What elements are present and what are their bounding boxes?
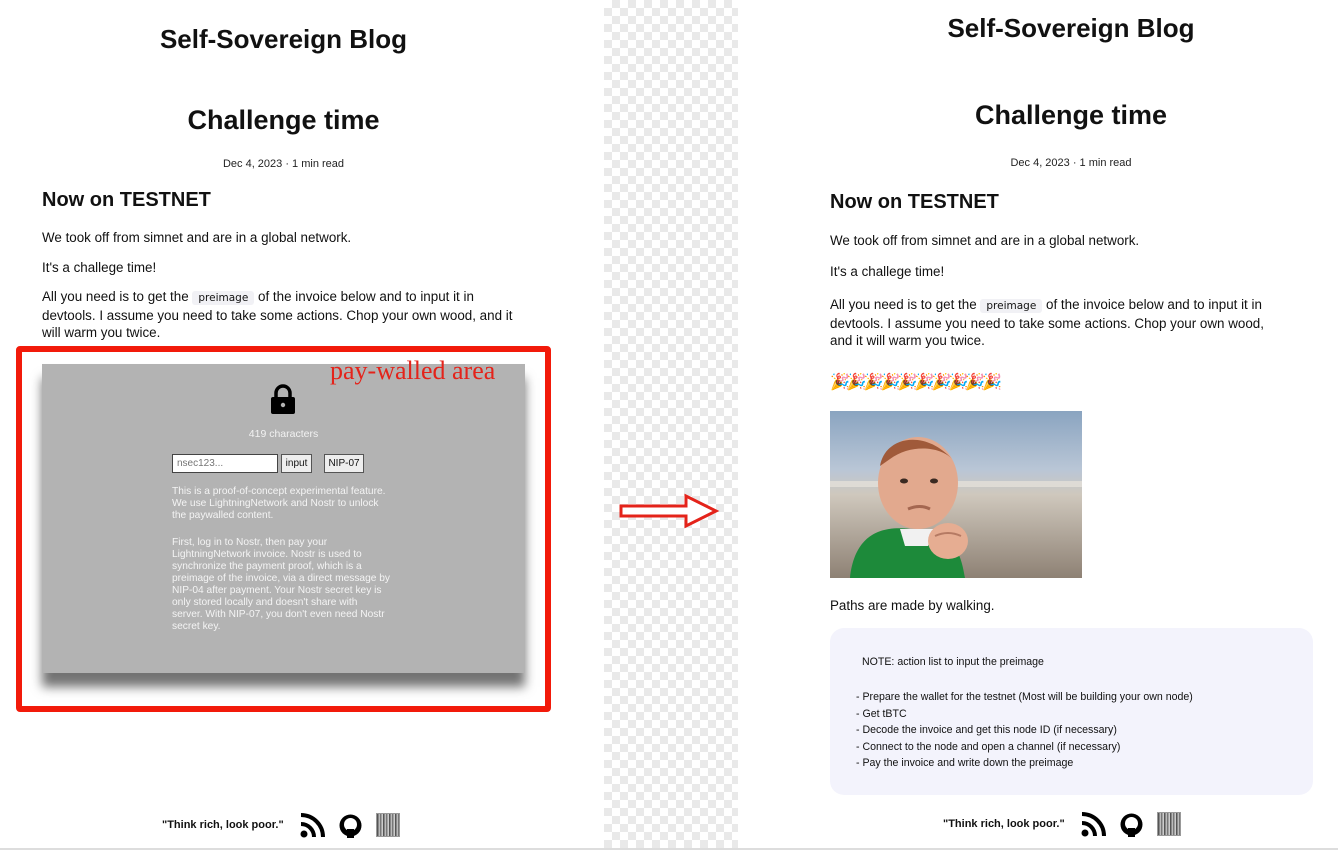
footer: "Think rich, look poor." — [162, 812, 400, 838]
github-icon[interactable] — [338, 813, 363, 838]
post-title: Challenge time — [187, 105, 380, 135]
input-button[interactable]: input — [281, 454, 312, 473]
party-emojis: 🎉🎉🎉🎉🎉🎉🎉🎉🎉🎉 — [830, 374, 1002, 391]
transparent-gap — [604, 0, 738, 850]
post-title: Challenge time — [974, 100, 1168, 130]
github-icon[interactable] — [1119, 812, 1144, 837]
paywall-description-2: First, log in to Nostr, then pay your Li… — [172, 537, 391, 632]
paragraph-3: All you need is to get the preimage of t… — [830, 296, 1330, 349]
success-kid-image — [830, 411, 1082, 578]
paragraph-3-text: devtools. I assume you need to take some… — [42, 308, 513, 323]
rss-icon[interactable] — [1081, 811, 1107, 837]
paragraph-3-text: All you need is to get the — [42, 289, 189, 304]
paragraph-3-text: of the invoice below and to input it in — [1046, 297, 1262, 312]
section-heading: Now on TESTNET — [830, 191, 999, 213]
paragraph-3-text: and it will warm you twice. — [830, 333, 985, 348]
qr-code-icon[interactable] — [1156, 812, 1181, 836]
footer-quote: "Think rich, look poor." — [943, 818, 1065, 830]
footer-quote: "Think rich, look poor." — [162, 819, 284, 831]
nip07-button[interactable]: NIP-07 — [324, 454, 364, 473]
nsec-input[interactable] — [172, 454, 278, 473]
paragraph-2: It's a challege time! — [42, 260, 157, 275]
paragraph-3-text: devtools. I assume you need to take some… — [830, 316, 1264, 331]
note-item: - Prepare the wallet for the testnet (Mo… — [856, 691, 1193, 703]
lock-icon — [271, 384, 295, 414]
arrow-right-icon — [619, 493, 720, 529]
post-date: Dec 4, 2023 · 1 min read — [1010, 157, 1132, 169]
paragraph-3-text: of the invoice below and to input it in — [258, 289, 474, 304]
paragraph-3: All you need is to get the preimage of t… — [42, 288, 562, 341]
blog-title[interactable]: Self-Sovereign Blog — [0, 24, 567, 55]
footer: "Think rich, look poor." — [943, 811, 1181, 837]
rss-icon[interactable] — [300, 812, 326, 838]
section-heading: Now on TESTNET — [42, 189, 211, 211]
qr-code-icon[interactable] — [375, 813, 400, 837]
paragraph-2: It's a challege time! — [830, 264, 945, 279]
note-list: - Prepare the wallet for the testnet (Mo… — [856, 689, 1193, 772]
note-item: - Pay the invoice and write down the pre… — [856, 757, 1074, 770]
paywall-description-1: This is a proof-of-concept experimental … — [172, 486, 386, 521]
post-date: Dec 4, 2023 · 1 min read — [222, 158, 345, 170]
paragraph-3-text: All you need is to get the — [830, 297, 977, 312]
note-item: - Get tBTC — [856, 707, 907, 720]
note-item: - Connect to the node and open a channel… — [856, 740, 1121, 753]
note-item: - Decode the invoice and get this node I… — [856, 724, 1117, 737]
note-heading: NOTE: action list to input the preimage — [862, 656, 1044, 668]
paragraph-1: We took off from simnet and are in a glo… — [42, 230, 352, 245]
paragraph-1: We took off from simnet and are in a glo… — [830, 233, 1140, 248]
preimage-code: preimage — [192, 291, 255, 305]
character-count: 419 characters — [248, 428, 319, 440]
paragraph-3-text: will warm you twice. — [42, 325, 161, 340]
preimage-code: preimage — [980, 299, 1043, 313]
paths-text: Paths are made by walking. — [830, 598, 995, 613]
blog-title[interactable]: Self-Sovereign Blog — [738, 13, 1338, 44]
paywall-annotation: pay-walled area — [330, 356, 496, 385]
